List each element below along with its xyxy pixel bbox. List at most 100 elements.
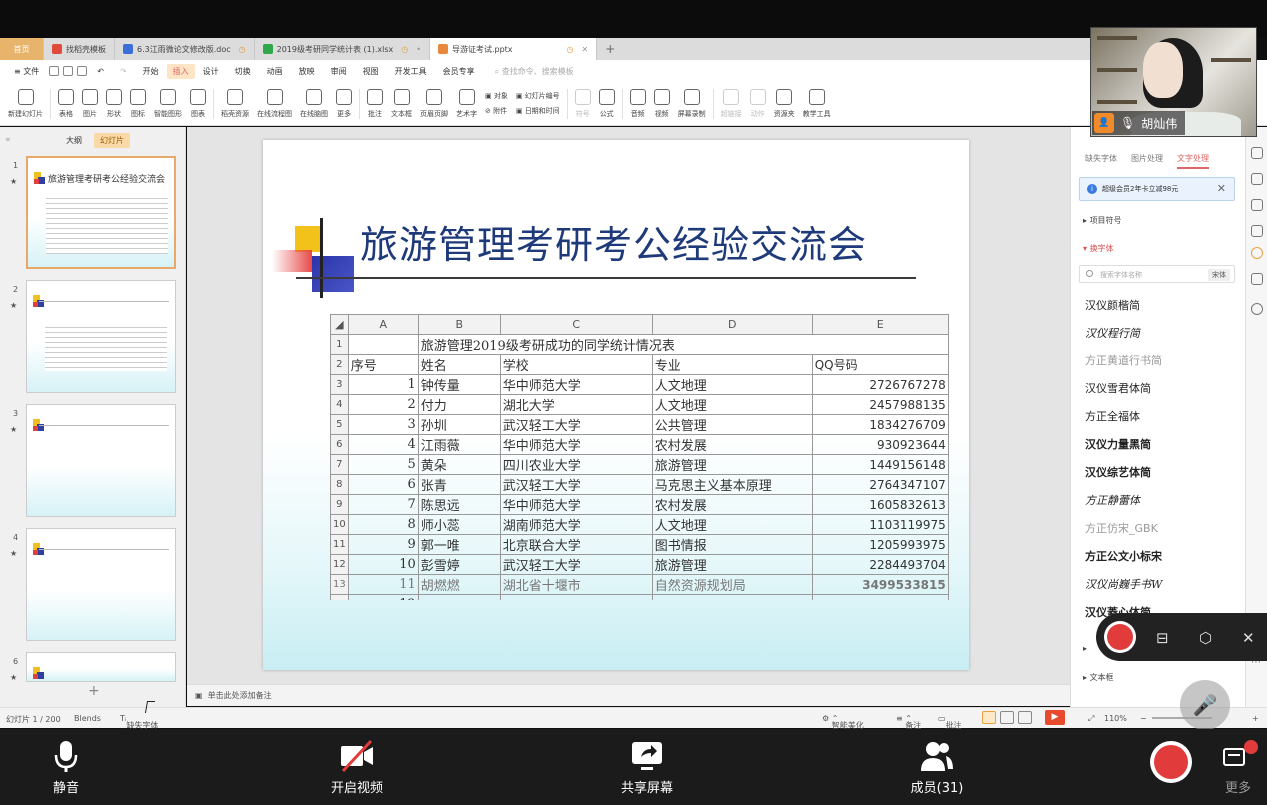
notes-pane[interactable]: ▣ 单击此处添加备注 [187,684,1070,706]
resource-folder-button[interactable]: 资源夹 [770,82,799,126]
menu-view[interactable]: 视图 [355,66,387,77]
header-footer-button[interactable]: 页眉页脚 [416,82,452,126]
font-item[interactable]: 汉仪综艺体简 [1085,464,1151,480]
icon-button[interactable]: 图标 [126,82,150,126]
action-button[interactable]: 动作 [746,82,770,126]
copy-icon[interactable] [1251,199,1263,211]
style-icon[interactable] [1251,273,1263,285]
section-change-font[interactable]: ▾ 换字体 [1083,243,1114,254]
slide-thumbnail-2[interactable] [26,280,176,393]
menu-member[interactable]: 会员专享 [435,66,483,77]
tab-home[interactable]: 首页 [0,38,44,60]
smart-beautify-button[interactable]: ⚙ 智能美化 ⌃ [822,714,864,730]
reading-view-icon[interactable] [1018,711,1032,724]
tab-missing-fonts[interactable]: 缺失字体 [1085,153,1117,169]
tab-docer-templates[interactable]: 找稻壳模板 [44,38,115,60]
textbox-button[interactable]: 文本框 [387,82,416,126]
slide-sorter-icon[interactable] [1000,711,1014,724]
command-search[interactable]: ⌕ 查找命令、搜索模板 [495,66,574,77]
settings-icon[interactable] [1251,147,1263,159]
tab-outline[interactable]: 大纲 [60,133,88,148]
font-search-tag[interactable]: 宋体 [1208,269,1230,281]
theme-name[interactable]: Blends [74,714,101,723]
menu-review[interactable]: 审阅 [323,66,355,77]
play-slideshow-button[interactable]: ▶ [1045,710,1065,725]
redo-icon[interactable]: ↷ [112,67,135,76]
picture-button[interactable]: 图片 [78,82,102,126]
new-tab-icon[interactable]: + [597,38,623,60]
slide-thumbnail-1[interactable]: 旅游管理考研考公经验交流会 [26,156,176,269]
object-button[interactable]: ▣ 对象 [485,91,508,101]
font-item[interactable]: 方正仿宋_GBK [1085,520,1158,536]
save-icon[interactable] [49,66,60,76]
video-button[interactable]: 视频 [650,82,674,126]
font-item[interactable]: 方正静蕾体 [1085,492,1140,508]
print-icon[interactable] [63,66,74,76]
collapse-panel-icon[interactable]: « [5,135,11,145]
menu-developer[interactable]: 开发工具 [387,66,435,77]
add-slide-icon[interactable]: + [88,683,100,699]
audio-button[interactable]: 音频 [626,82,650,126]
tab-pptx-file[interactable]: 导游证考试.pptx ◷ ✕ [429,38,598,60]
formula-button[interactable]: 公式 [595,82,619,126]
font-item[interactable]: 汉仪雪君体简 [1085,380,1151,396]
new-slide-button[interactable]: 新建幻灯片 [4,82,47,126]
more-button[interactable]: 更多 [332,82,356,126]
font-item[interactable]: 汉仪尚巍手书W [1085,576,1162,592]
section-textbox[interactable]: ▸ 文本框 [1083,672,1114,683]
normal-view-icon[interactable] [982,711,996,724]
more-button[interactable]: 更多 [1210,743,1266,796]
mindmap-button[interactable]: 在线脑图 [296,82,332,126]
comments-toggle-button[interactable]: ▭ 批注 [938,714,962,730]
missing-font-button[interactable]: Tᵢ 缺失字体 [120,714,158,730]
close-icon[interactable]: ✕ [1242,629,1255,647]
smartart-button[interactable]: 智能图形 [150,82,186,126]
screen-record-button[interactable]: 屏幕录制 [674,82,710,126]
help-icon[interactable] [1251,303,1263,315]
slide-number-button[interactable]: ▣ 幻灯片编号 [516,91,560,101]
attachment-button[interactable]: ⊘ 附件 [485,106,508,116]
vip-banner[interactable]: i 超级会员2年卡立减98元 ✕ [1079,177,1235,201]
comment-button[interactable]: 批注 [363,82,387,126]
table-button[interactable]: 表格 [54,82,78,126]
fit-icon[interactable]: ⤢ [1088,714,1094,724]
tab-doc-file[interactable]: 6.3江雨微论文修改版.doc ◷ [115,38,255,60]
flowchart-button[interactable]: 在线流程图 [253,82,296,126]
slide-thumbnail-3[interactable] [26,404,176,517]
teaching-tools-button[interactable]: 教学工具 [799,82,835,126]
folder-icon[interactable]: ⊟ [1156,629,1169,647]
slide-title[interactable]: 旅游管理考研考公经验交流会 [360,214,867,269]
floating-mic-button[interactable]: 🎤 [1180,680,1230,730]
preview-icon[interactable] [77,66,88,76]
menu-home[interactable]: 开始 [135,66,167,77]
location-icon[interactable] [1251,247,1263,259]
font-search-input[interactable]: 搜索字体名称 宋体 [1079,265,1235,283]
tab-xlsx-file[interactable]: 2019级考研同学统计表 (1).xlsx ◷ • [255,38,430,60]
members-button[interactable]: 成员(31) [902,739,972,796]
zoom-in-icon[interactable]: + [1252,714,1259,723]
undo-icon[interactable]: ↶ [89,67,112,76]
wordart-button[interactable]: 艺术字 [452,82,481,126]
docer-resource-button[interactable]: 稻壳资源 [217,82,253,126]
mute-button[interactable]: 静音 [38,739,94,796]
menu-design[interactable]: 设计 [195,66,227,77]
font-item[interactable]: 方正全福体 [1085,408,1140,424]
close-tab-icon[interactable]: ✕ [582,45,589,54]
slide-thumbnail-6[interactable] [26,652,176,682]
share-screen-button[interactable]: 共享屏幕 [612,739,682,796]
stop-recording-button[interactable] [1104,621,1136,653]
zoom-level[interactable]: 110% [1104,714,1127,723]
zoom-out-icon[interactable]: − [1140,714,1147,723]
tab-text-processing[interactable]: 文字处理 [1177,153,1209,169]
shape-button[interactable]: 形状 [102,82,126,126]
font-item[interactable]: 方正黄道行书简 [1085,352,1162,368]
recording-button[interactable] [1150,741,1192,783]
notes-toggle-button[interactable]: ≡ 备注 ⌃ [896,714,921,730]
date-time-button[interactable]: ▣ 日期和时间 [516,106,560,116]
section-bullets[interactable]: ▸ 项目符号 [1083,215,1122,226]
font-item[interactable]: 汉仪颜楷简 [1085,297,1140,313]
select-icon[interactable] [1251,173,1263,185]
menu-slideshow[interactable]: 放映 [291,66,323,77]
font-item[interactable]: 汉仪力量黑简 [1085,436,1151,452]
start-video-button[interactable]: 开启视频 [322,739,392,796]
